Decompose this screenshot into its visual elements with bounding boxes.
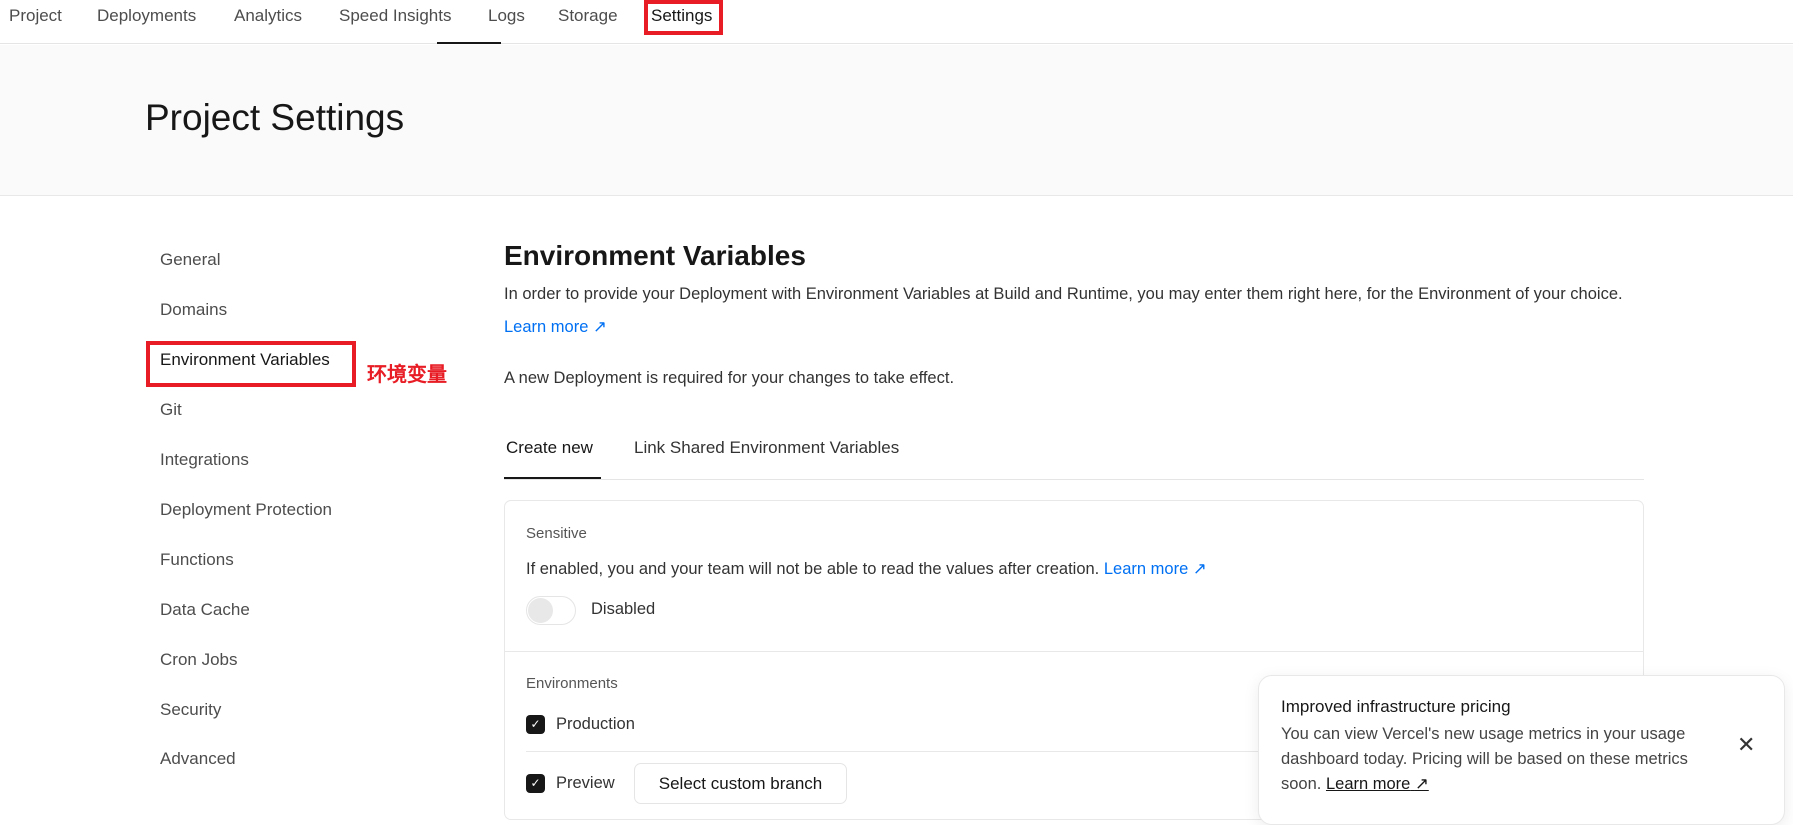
sensitive-toggle[interactable] bbox=[526, 596, 576, 625]
external-link-icon: ↗ bbox=[592, 318, 607, 336]
nav-storage[interactable]: Storage bbox=[558, 6, 618, 26]
sidebar-item-security[interactable]: Security bbox=[160, 700, 221, 720]
sensitive-label: Sensitive bbox=[526, 525, 587, 542]
toast-title: Improved infrastructure pricing bbox=[1281, 697, 1511, 716]
nav-analytics[interactable]: Analytics bbox=[234, 6, 302, 26]
nav-project[interactable]: Project bbox=[9, 6, 62, 26]
learn-more-link[interactable]: Learn more ↗ bbox=[504, 318, 607, 336]
production-label: Production bbox=[556, 715, 635, 733]
highlight-box-settings bbox=[644, 0, 723, 35]
tab-active-indicator bbox=[504, 477, 601, 479]
description-text: In order to provide your Deployment with… bbox=[504, 285, 1623, 303]
select-custom-branch-button[interactable]: Select custom branch bbox=[634, 763, 847, 804]
close-icon[interactable]: ✕ bbox=[1737, 732, 1755, 758]
sensitive-toggle-state: Disabled bbox=[591, 600, 656, 618]
sidebar-item-integrations[interactable]: Integrations bbox=[160, 450, 249, 470]
preview-label: Preview bbox=[556, 774, 615, 792]
nav-active-indicator bbox=[437, 42, 501, 44]
page-title: Project Settings bbox=[145, 97, 405, 138]
sidebar-item-cron-jobs[interactable]: Cron Jobs bbox=[160, 650, 237, 670]
deployment-notice: A new Deployment is required for your ch… bbox=[504, 369, 955, 387]
toast-body: You can view Vercel's new usage metrics … bbox=[1281, 725, 1688, 793]
preview-checkbox[interactable]: ✓ bbox=[526, 774, 545, 793]
tab-link-shared[interactable]: Link Shared Environment Variables bbox=[634, 438, 899, 458]
annotation-label: 环境变量 bbox=[367, 362, 447, 386]
sensitive-learn-more-link[interactable]: Learn more ↗ bbox=[1104, 560, 1207, 578]
nav-logs[interactable]: Logs bbox=[488, 6, 525, 26]
pricing-toast: Improved infrastructure pricing You can … bbox=[1258, 675, 1785, 825]
nav-deployments[interactable]: Deployments bbox=[97, 6, 196, 26]
sidebar-item-git[interactable]: Git bbox=[160, 400, 182, 420]
toggle-knob bbox=[528, 598, 553, 623]
external-link-icon: ↗ bbox=[1192, 560, 1207, 578]
sidebar-item-advanced[interactable]: Advanced bbox=[160, 749, 236, 769]
highlight-box-environment-variables bbox=[146, 341, 356, 387]
section-description: In order to provide your Deployment with… bbox=[504, 278, 1654, 344]
sidebar-item-domains[interactable]: Domains bbox=[160, 300, 227, 320]
environments-label: Environments bbox=[526, 675, 618, 692]
check-icon: ✓ bbox=[530, 776, 541, 790]
sidebar-item-functions[interactable]: Functions bbox=[160, 550, 234, 570]
external-link-icon: ↗ bbox=[1414, 775, 1429, 793]
sidebar-item-general[interactable]: General bbox=[160, 250, 220, 270]
production-checkbox[interactable]: ✓ bbox=[526, 715, 545, 734]
top-nav: Project Deployments Analytics Speed Insi… bbox=[0, 0, 1793, 44]
tabs-divider bbox=[504, 479, 1644, 480]
toast-learn-more-link[interactable]: Learn more ↗ bbox=[1326, 775, 1429, 793]
nav-speed-insights[interactable]: Speed Insights bbox=[339, 6, 451, 26]
tab-create-new[interactable]: Create new bbox=[506, 438, 593, 458]
check-icon: ✓ bbox=[530, 717, 541, 731]
sensitive-description: If enabled, you and your team will not b… bbox=[526, 560, 1207, 578]
card-divider bbox=[505, 651, 1643, 652]
sidebar-item-data-cache[interactable]: Data Cache bbox=[160, 600, 250, 620]
sidebar-item-deployment-protection[interactable]: Deployment Protection bbox=[160, 500, 332, 520]
section-title: Environment Variables bbox=[504, 240, 806, 271]
